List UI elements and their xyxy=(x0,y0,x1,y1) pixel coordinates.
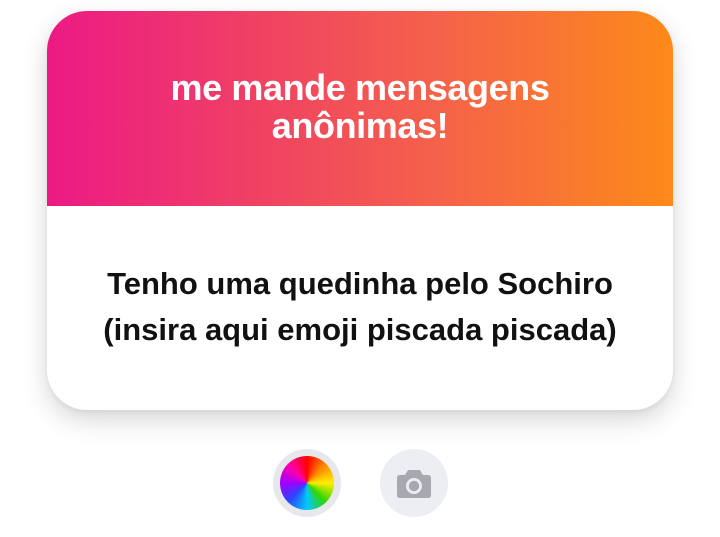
camera-icon xyxy=(397,470,431,498)
color-wheel-icon xyxy=(280,456,334,510)
color-picker-button[interactable] xyxy=(273,449,341,517)
card-title: me mande mensagens anônimas! xyxy=(170,66,550,146)
message-card: me mande mensagens anônimas! Tenho uma q… xyxy=(47,11,673,410)
camera-button[interactable] xyxy=(380,449,448,517)
card-body: Tenho uma quedinha pelo Sochiro (insira … xyxy=(47,206,673,410)
card-message: Tenho uma quedinha pelo Sochiro (insira … xyxy=(103,266,617,347)
card-header: me mande mensagens anônimas! xyxy=(47,11,673,206)
